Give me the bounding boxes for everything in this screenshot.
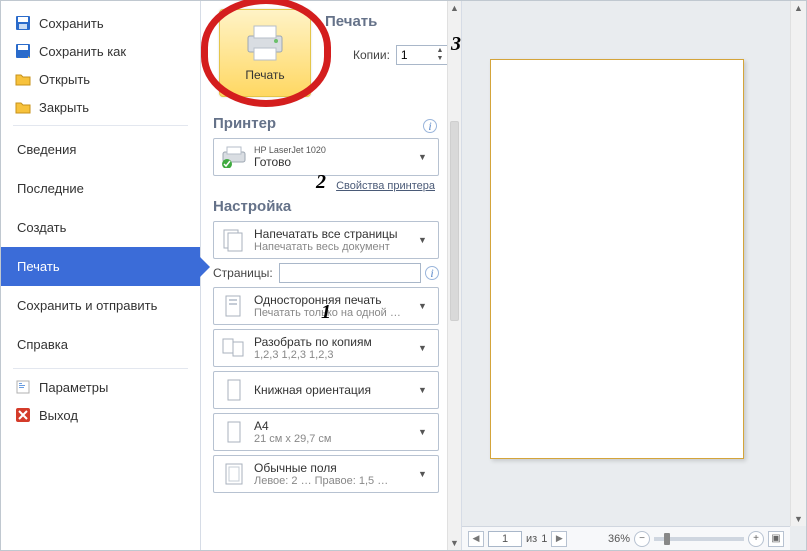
collate-icon: [220, 334, 248, 362]
combo-title: Разобрать по копиям: [254, 335, 418, 349]
copies-value: 1: [401, 48, 433, 62]
orientation-select[interactable]: Книжная ориентация ▼: [213, 371, 439, 409]
options-icon: [15, 379, 31, 395]
pages-all-icon: [220, 226, 248, 254]
sidebar-label: Выход: [39, 408, 78, 423]
chevron-down-icon: ▼: [418, 235, 432, 245]
sidebar-label: Сохранить как: [39, 44, 126, 59]
print-range-select[interactable]: Напечатать все страницы Напечатать весь …: [213, 221, 439, 259]
combo-title: Односторонняя печать: [254, 293, 418, 307]
sidebar-item-open[interactable]: Открыть: [1, 65, 200, 93]
margins-icon: [220, 460, 248, 488]
sidebar-label: Сохранить: [39, 16, 104, 31]
portrait-icon: [220, 376, 248, 404]
chevron-down-icon: ▼: [418, 152, 432, 162]
margins-select[interactable]: Обычные поля Левое: 2 … Правое: 1,5 … ▼: [213, 455, 439, 493]
sidebar-item-recent[interactable]: Последние: [1, 169, 200, 208]
sidebar-item-new[interactable]: Создать: [1, 208, 200, 247]
sidebar-item-save[interactable]: Сохранить: [1, 9, 200, 37]
page-preview: [490, 59, 744, 459]
chevron-down-icon: ▼: [418, 301, 432, 311]
settings-section-title: Настройка: [213, 198, 449, 215]
settings-scrollbar[interactable]: ▲ ▼: [447, 1, 461, 550]
zoom-percent: 36%: [608, 533, 630, 545]
print-button[interactable]: Печать: [219, 9, 311, 97]
preview-statusbar: ◀ 1 из 1 ▶ 36% − + ▣: [462, 526, 790, 550]
zoom-out-button[interactable]: −: [634, 531, 650, 547]
print-preview-pane: ▲ ▼ ◀ 1 из 1 ▶ 36% − + ▣: [461, 1, 806, 550]
save-icon: [15, 15, 31, 31]
printer-icon: [244, 24, 286, 62]
collate-select[interactable]: Разобрать по копиям 1,2,3 1,2,3 1,2,3 ▼: [213, 329, 439, 367]
copies-row: Копии: 1 ▲▼: [353, 45, 452, 65]
prev-page-button[interactable]: ◀: [468, 531, 484, 547]
scroll-down-icon[interactable]: ▼: [448, 536, 461, 550]
save-as-icon: [15, 43, 31, 59]
chevron-down-icon: ▼: [418, 427, 432, 437]
sides-select[interactable]: Односторонняя печать Печатать только на …: [213, 287, 439, 325]
pages-input[interactable]: [279, 263, 421, 283]
spinner-arrows-icon[interactable]: ▲▼: [433, 47, 447, 63]
combo-title: Книжная ориентация: [254, 383, 418, 397]
chevron-down-icon: ▼: [418, 343, 432, 353]
paper-size-select[interactable]: A4 21 см x 29,7 см ▼: [213, 413, 439, 451]
info-icon[interactable]: i: [423, 119, 437, 133]
separator: [13, 368, 188, 369]
chevron-down-icon: ▼: [418, 469, 432, 479]
pages-label: Страницы:: [213, 266, 273, 280]
sidebar-item-exit[interactable]: Выход: [1, 401, 200, 429]
sidebar-item-close[interactable]: Закрыть: [1, 93, 200, 121]
printer-properties-link[interactable]: Свойства принтера: [209, 180, 435, 192]
scroll-up-icon[interactable]: ▲: [448, 1, 461, 15]
scroll-down-icon[interactable]: ▼: [791, 512, 806, 526]
close-doc-icon: [15, 99, 31, 115]
info-icon[interactable]: i: [425, 266, 439, 280]
chevron-down-icon: ▼: [418, 385, 432, 395]
combo-sub: Печатать только на одной …: [254, 307, 418, 319]
sidebar-item-info[interactable]: Сведения: [1, 130, 200, 169]
sidebar-item-options[interactable]: Параметры: [1, 373, 200, 401]
sidebar-item-share[interactable]: Сохранить и отправить: [1, 286, 200, 325]
print-title: Печать: [325, 13, 377, 30]
sidebar-label: Закрыть: [39, 100, 89, 115]
sidebar-item-print[interactable]: Печать: [1, 247, 200, 286]
sidebar-item-help[interactable]: Справка: [1, 325, 200, 364]
combo-sub: Напечатать весь документ: [254, 241, 418, 253]
preview-scrollbar[interactable]: ▲ ▼: [790, 1, 806, 526]
copies-input[interactable]: 1 ▲▼: [396, 45, 452, 65]
backstage-sidebar: Сохранить Сохранить как Открыть Закрыть …: [1, 1, 201, 550]
combo-title: A4: [254, 419, 418, 433]
combo-sub: 21 см x 29,7 см: [254, 433, 418, 445]
exit-icon: [15, 407, 31, 423]
printer-section-title: Принтер: [213, 115, 449, 132]
zoom-slider[interactable]: [654, 537, 744, 541]
zoom-in-button[interactable]: +: [748, 531, 764, 547]
total-pages: 1: [541, 533, 547, 545]
combo-sub: 1,2,3 1,2,3 1,2,3: [254, 349, 418, 361]
print-settings-pane: Печать Печать Копии: 1 ▲▼ Принте: [201, 1, 461, 550]
zoom-fit-button[interactable]: ▣: [768, 531, 784, 547]
copies-label: Копии:: [353, 48, 390, 62]
page-number-input[interactable]: 1: [488, 531, 522, 547]
single-side-icon: [220, 292, 248, 320]
scrollbar-thumb[interactable]: [450, 121, 459, 321]
separator: [13, 125, 188, 126]
open-folder-icon: [15, 71, 31, 87]
sidebar-item-saveas[interactable]: Сохранить как: [1, 37, 200, 65]
sidebar-label: Параметры: [39, 380, 108, 395]
scroll-up-icon[interactable]: ▲: [791, 1, 806, 15]
printer-status: Готово: [254, 155, 418, 169]
printer-name: HP LaserJet 1020: [254, 145, 418, 155]
next-page-button[interactable]: ▶: [551, 531, 567, 547]
combo-title: Напечатать все страницы: [254, 227, 418, 241]
page-of-label: из: [526, 533, 537, 545]
combo-title: Обычные поля: [254, 461, 418, 475]
printer-select[interactable]: HP LaserJet 1020 Готово ▼: [213, 138, 439, 176]
sidebar-label: Открыть: [39, 72, 90, 87]
printer-status-icon: [220, 143, 248, 171]
combo-sub: Левое: 2 … Правое: 1,5 …: [254, 475, 418, 487]
print-button-label: Печать: [245, 68, 284, 82]
page-size-icon: [220, 418, 248, 446]
